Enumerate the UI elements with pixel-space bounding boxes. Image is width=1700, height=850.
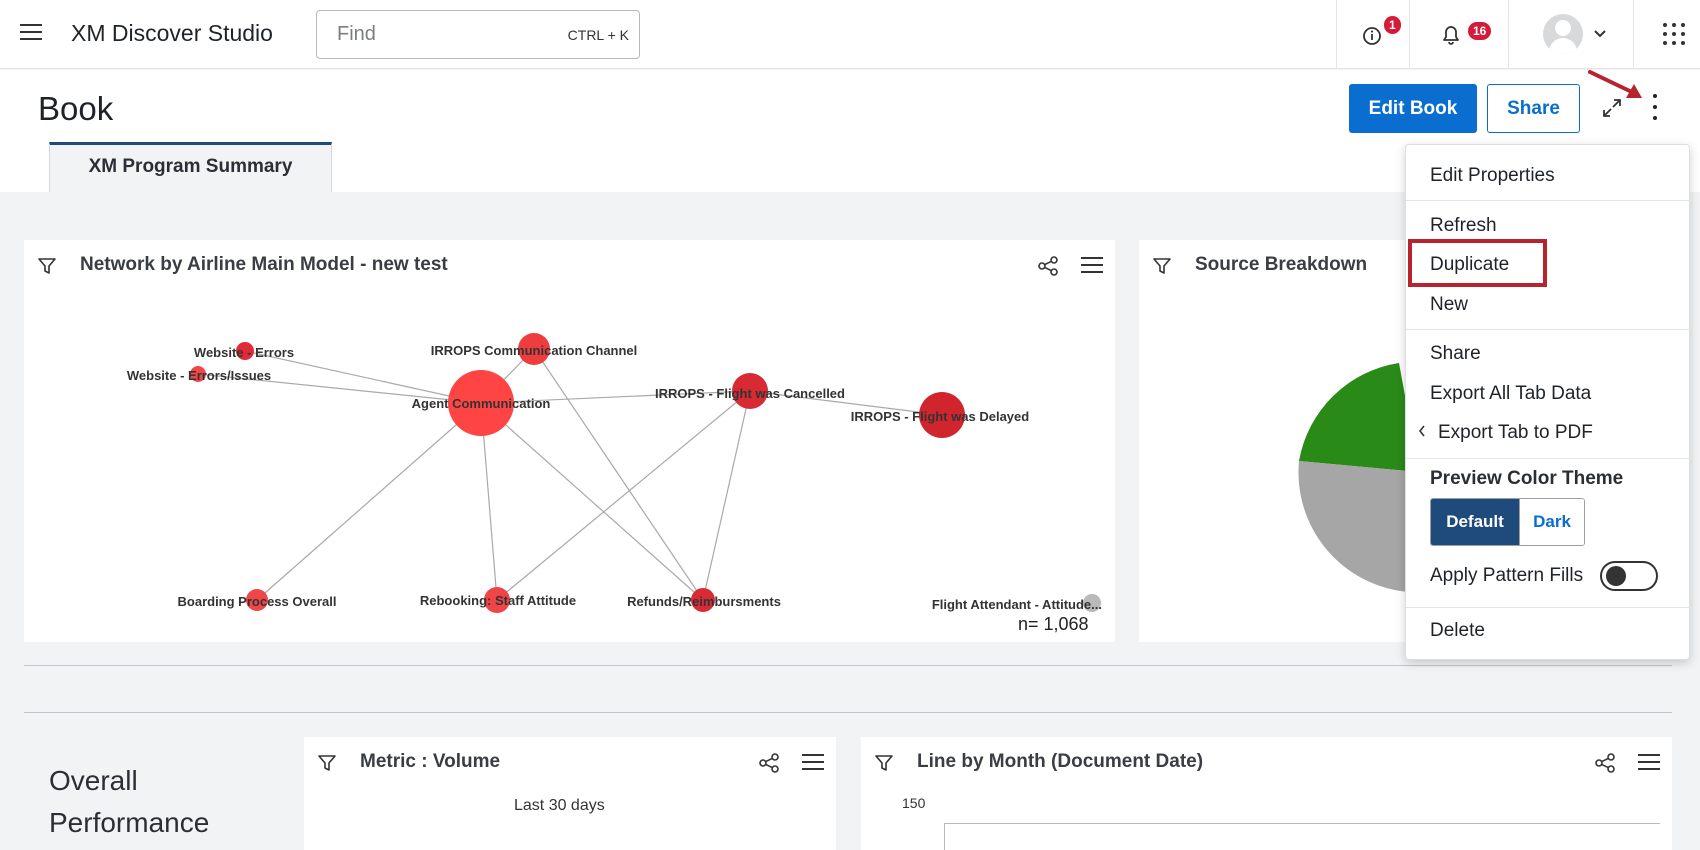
more-options-menu: Edit Properties Refresh Duplicate New Sh… (1405, 144, 1691, 660)
network-graph: Agent Communication IRROPS Communication… (127, 333, 1102, 613)
annotation-arrow (1588, 70, 1642, 98)
search-input[interactable] (337, 23, 537, 46)
node-label: Website - Errors/Issues (127, 368, 271, 383)
menu-divider (1406, 329, 1691, 330)
node-label: Flight Attendant - Attitude... (932, 597, 1102, 612)
pie-chart (1298, 363, 1409, 592)
menu-item-export-tab-to-pdf[interactable]: Export Tab to PDF (1438, 422, 1593, 444)
source-breakdown-widget: Source Breakdown (1139, 240, 1409, 642)
node-label: IRROPS - Flight was Delayed (851, 409, 1029, 424)
sample-count: n= 1,068 (1018, 614, 1089, 634)
node-label: Rebooking: Staff Attitude (420, 593, 576, 608)
share-icon[interactable] (758, 752, 780, 774)
line-plot-area (944, 823, 1660, 850)
share-icon[interactable] (1594, 752, 1616, 774)
network-widget: Network by Airline Main Model - new test (24, 240, 1115, 642)
chevron-left-icon (1418, 425, 1425, 437)
share-button[interactable]: Share (1487, 84, 1580, 133)
pie-slice[interactable] (1299, 363, 1409, 472)
menu-item-export-all-tab-data[interactable]: Export All Tab Data (1430, 383, 1591, 405)
node-label: Refunds/Reimbursments (627, 594, 781, 609)
divider (1336, 0, 1337, 69)
app-title: XM Discover Studio (71, 20, 273, 46)
pie-slice[interactable] (1298, 461, 1409, 592)
app-grid-icon[interactable] (1663, 23, 1685, 45)
section-title: Overall Performance (49, 765, 210, 838)
duplicate-highlight (1408, 239, 1547, 287)
divider (24, 665, 1672, 666)
tab-xm-program-summary[interactable]: XM Program Summary (49, 142, 332, 192)
metric-widget: Metric : Volume Last 30 days (304, 737, 836, 850)
page-title: Book (38, 90, 114, 127)
line-widget: Line by Month (Document Date) 150 (861, 737, 1672, 850)
theme-selector: Default Dark (1430, 498, 1585, 546)
theme-default-button[interactable]: Default (1431, 499, 1519, 545)
info-badge: 1 (1384, 16, 1401, 34)
menu-divider (1406, 607, 1691, 608)
widget-title: Line by Month (Document Date) (917, 751, 1204, 772)
search-box[interactable]: CTRL + K (316, 10, 640, 59)
node-label: Boarding Process Overall (178, 594, 337, 609)
theme-dark-button[interactable]: Dark (1519, 499, 1584, 545)
notification-badge: 16 (1468, 22, 1492, 40)
divider (24, 712, 1672, 713)
widget-header: Line by Month (Document Date) (861, 737, 1672, 789)
menu-item-new[interactable]: New (1430, 294, 1468, 316)
widget-header: Metric : Volume (304, 737, 836, 789)
menu-divider (1406, 458, 1691, 459)
metric-period: Last 30 days (514, 797, 605, 814)
node-label: Website - Errors (194, 345, 294, 360)
pattern-fills-toggle[interactable] (1600, 561, 1658, 591)
node-label: IRROPS - Flight was Cancelled (655, 386, 845, 401)
node-label: Agent Communication (412, 396, 551, 411)
top-bar: XM Discover Studio CTRL + K 1 16 (0, 0, 1700, 69)
menu-item-delete[interactable]: Delete (1430, 620, 1485, 642)
hamburger-menu-icon[interactable] (20, 24, 42, 42)
filter-icon[interactable] (317, 753, 337, 773)
theme-label: Preview Color Theme (1430, 468, 1624, 489)
widget-menu-icon[interactable] (1638, 754, 1660, 772)
menu-item-refresh[interactable]: Refresh (1430, 215, 1497, 237)
menu-divider (1406, 200, 1691, 201)
divider (1508, 0, 1509, 69)
more-options-icon[interactable] (1650, 94, 1660, 120)
pattern-fills-label: Apply Pattern Fills (1430, 565, 1584, 586)
avatar[interactable] (1543, 14, 1583, 54)
filter-icon[interactable] (874, 753, 894, 773)
divider (1409, 0, 1410, 69)
divider (1633, 0, 1634, 69)
edit-book-button[interactable]: Edit Book (1349, 84, 1477, 133)
widget-title: Metric : Volume (360, 751, 501, 772)
menu-item-edit-properties[interactable]: Edit Properties (1430, 165, 1555, 187)
node-label: IRROPS Communication Channel (431, 343, 638, 358)
bell-icon[interactable] (1436, 20, 1466, 50)
chevron-down-icon[interactable] (1593, 29, 1607, 39)
widget-menu-icon[interactable] (802, 754, 824, 772)
y-axis-tick: 150 (902, 795, 926, 811)
search-shortcut: CTRL + K (567, 27, 629, 43)
menu-item-share[interactable]: Share (1430, 343, 1481, 365)
